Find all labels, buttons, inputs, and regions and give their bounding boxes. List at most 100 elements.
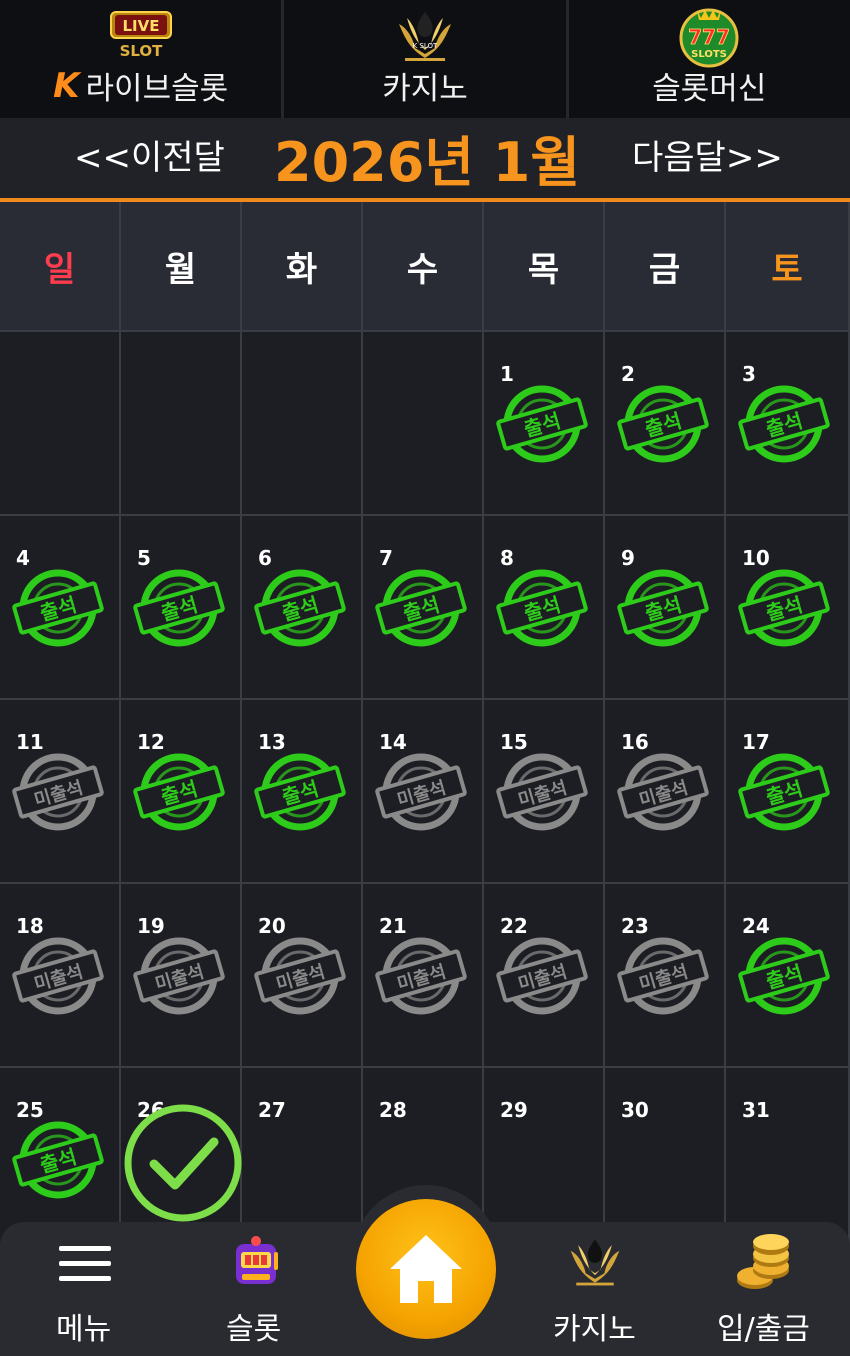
k-slot-badge-text: K SLOT	[413, 42, 438, 50]
attended-stamp-icon: 출석	[133, 569, 225, 647]
green-checkmark-icon	[124, 1104, 242, 1222]
attended-stamp-icon: 출석	[617, 569, 709, 647]
absent-stamp-icon: 미출석	[12, 937, 104, 1015]
day-number: 23	[621, 914, 649, 938]
nav-casino-label: 카지노	[382, 71, 468, 107]
deposit-withdraw-label: 입/출금	[717, 1312, 810, 1347]
weekday-wed: 수	[363, 202, 484, 332]
attended-stamp-icon: 출석	[617, 385, 709, 463]
slot-badge-text: SLOT	[119, 42, 163, 60]
absent-stamp-icon: 미출석	[375, 753, 467, 831]
day-number: 18	[16, 914, 44, 938]
weekday-header-row: 일 월 화 수 목 금 토	[0, 202, 850, 332]
empty-day-cell	[363, 332, 484, 516]
day-cell: 20 미출석	[242, 884, 363, 1068]
absent-stamp-icon: 미출석	[496, 753, 588, 831]
menu-button[interactable]: 메뉴	[40, 1222, 130, 1356]
absent-stamp-icon: 미출석	[496, 937, 588, 1015]
day-number: 11	[16, 730, 44, 754]
empty-day-cell	[0, 332, 121, 516]
day-cell: 8 출석	[484, 516, 605, 700]
day-number: 12	[137, 730, 165, 754]
day-number: 6	[258, 546, 272, 570]
attended-stamp-icon: 출석	[496, 385, 588, 463]
prev-month-button[interactable]: <<이전달	[74, 130, 225, 179]
attendance-calendar: 일 월 화 수 목 금 토 1 출석 2 출석 3 출석 4 출석 5 출석 6 출석 7 출석 8 출석 9 출…	[0, 202, 850, 1252]
day-number: 8	[500, 546, 514, 570]
day-cell: 17 출석	[726, 700, 850, 884]
attended-stamp-icon: 출석	[738, 385, 830, 463]
day-number: 21	[379, 914, 407, 938]
attended-stamp-icon: 출석	[254, 569, 346, 647]
day-number: 22	[500, 914, 528, 938]
day-number: 24	[742, 914, 770, 938]
day-number: 31	[742, 1098, 770, 1122]
absent-stamp-icon: 미출석	[12, 753, 104, 831]
casino-nav-button[interactable]: 카지노	[545, 1222, 645, 1356]
day-number: 19	[137, 914, 165, 938]
attended-stamp-icon: 출석	[133, 753, 225, 831]
weekday-sat: 토	[726, 202, 850, 332]
month-title: 2026년 1월	[274, 131, 581, 194]
day-cell: 23 미출석	[605, 884, 726, 1068]
day-cell: 1 출석	[484, 332, 605, 516]
day-cell: 12 출석	[121, 700, 242, 884]
day-number: 27	[258, 1098, 286, 1122]
absent-stamp-icon: 미출석	[133, 937, 225, 1015]
day-cell: 14 미출석	[363, 700, 484, 884]
attended-stamp-icon: 출석	[738, 753, 830, 831]
day-number: 10	[742, 546, 770, 570]
day-cell: 11 미출석	[0, 700, 121, 884]
k-brand-logo: K	[53, 65, 80, 106]
empty-day-cell	[121, 332, 242, 516]
day-number: 7	[379, 546, 393, 570]
attended-stamp-icon: 출석	[254, 753, 346, 831]
weekday-sun: 일	[0, 202, 121, 332]
day-cell: 2 출석	[605, 332, 726, 516]
day-cell: 24 출석	[726, 884, 850, 1068]
day-cell: 13 출석	[242, 700, 363, 884]
home-button[interactable]	[356, 1199, 496, 1339]
day-cell: 10 출석	[726, 516, 850, 700]
nav-casino[interactable]: K SLOT 카지노	[284, 0, 565, 118]
day-number: 30	[621, 1098, 649, 1122]
day-number: 9	[621, 546, 635, 570]
attended-stamp-icon: 출석	[738, 937, 830, 1015]
next-month-button[interactable]: 다음달>>	[632, 130, 783, 179]
day-number: 4	[16, 546, 30, 570]
calendar-week-row: 1 출석 2 출석 3 출석	[0, 332, 850, 516]
casino-label: 카지노	[553, 1312, 636, 1347]
calendar-week-row: 18 미출석 19 미출석 20 미출석 21 미출석 22 미출석 23 미출석 24 출석	[0, 884, 850, 1068]
home-icon	[390, 1235, 462, 1303]
nav-slot-machine[interactable]: 777 SLOTS 슬롯머신	[569, 0, 850, 118]
day-number: 17	[742, 730, 770, 754]
day-cell: 5 출석	[121, 516, 242, 700]
weekday-thu: 목	[484, 202, 605, 332]
day-cell: 18 미출석	[0, 884, 121, 1068]
day-cell: 22 미출석	[484, 884, 605, 1068]
gold-coins-icon	[737, 1234, 789, 1289]
live-badge-text: LIVE	[122, 17, 159, 35]
day-cell: 21 미출석	[363, 884, 484, 1068]
weekday-fri: 금	[605, 202, 726, 332]
slot-nav-button[interactable]: 슬롯	[210, 1222, 300, 1356]
day-number: 14	[379, 730, 407, 754]
day-number: 15	[500, 730, 528, 754]
weekday-mon: 월	[121, 202, 242, 332]
empty-day-cell	[242, 332, 363, 516]
day-number: 3	[742, 362, 756, 386]
weekday-tue: 화	[242, 202, 363, 332]
deposit-withdraw-button[interactable]: 입/출금	[705, 1222, 825, 1356]
777-slots-logo-icon: 777 SLOTS	[679, 8, 739, 68]
nav-slot-machine-label: 슬롯머신	[652, 71, 767, 107]
nav-live-slot[interactable]: LIVE SLOT K 라이브슬롯	[0, 0, 281, 118]
live-slot-logo-icon: LIVE SLOT	[109, 11, 172, 60]
day-cell: 16 미출석	[605, 700, 726, 884]
absent-stamp-icon: 미출석	[375, 937, 467, 1015]
slot-machine-icon	[236, 1236, 278, 1284]
day-cell: 15 미출석	[484, 700, 605, 884]
slots-badge-text: SLOTS	[691, 49, 727, 60]
day-cell: 6 출석	[242, 516, 363, 700]
day-number: 1	[500, 362, 514, 386]
calendar-week-row: 11 미출석 12 출석 13 출석 14 미출석 15 미출석 16 미출석 17 출석	[0, 700, 850, 884]
